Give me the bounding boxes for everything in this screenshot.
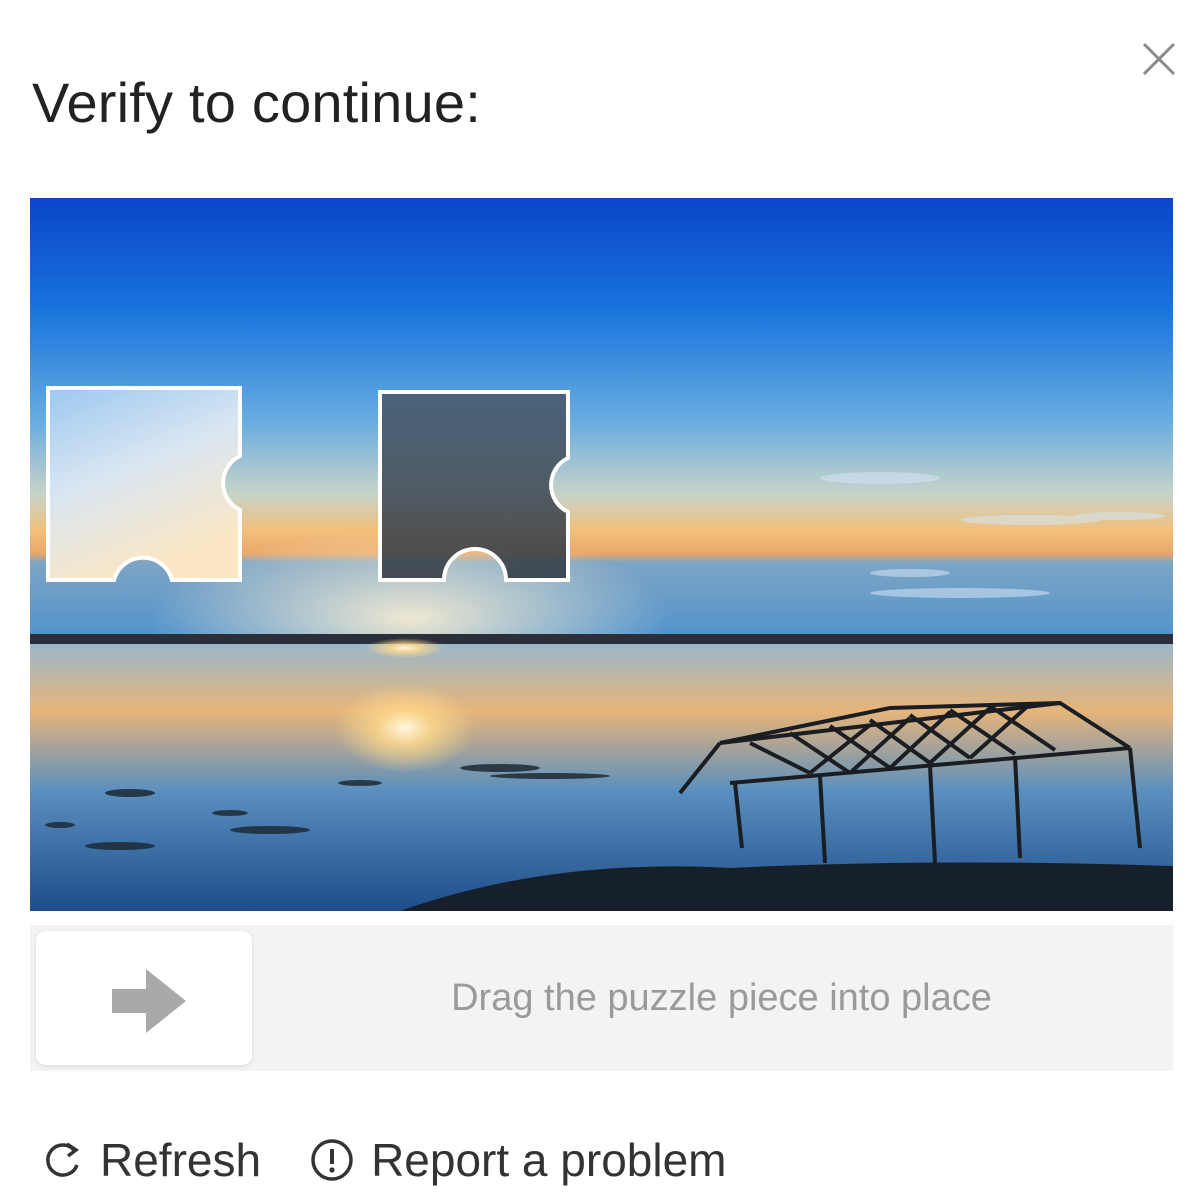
puzzle-piece[interactable]	[44, 384, 244, 588]
puzzle-target-slot	[376, 388, 572, 584]
report-problem-button[interactable]: Report a problem	[309, 1133, 726, 1187]
close-button[interactable]	[1136, 36, 1182, 82]
slider-hint-text: Drag the puzzle piece into place	[451, 977, 992, 1019]
refresh-icon	[40, 1138, 84, 1182]
slider-track: Drag the puzzle piece into place	[30, 925, 1173, 1071]
refresh-button[interactable]: Refresh	[40, 1133, 261, 1187]
dialog-title: Verify to continue:	[32, 71, 481, 134]
captcha-footer: Refresh Report a problem	[40, 1130, 774, 1190]
report-problem-label: Report a problem	[371, 1134, 727, 1186]
exclamation-circle-icon	[309, 1137, 355, 1183]
refresh-label: Refresh	[100, 1134, 262, 1186]
captcha-dialog: Verify to continue: Drag the puzzle piec…	[0, 0, 1200, 1200]
close-icon	[1136, 36, 1182, 82]
puzzle-background-image	[30, 198, 1173, 911]
slider-handle[interactable]	[36, 931, 252, 1065]
